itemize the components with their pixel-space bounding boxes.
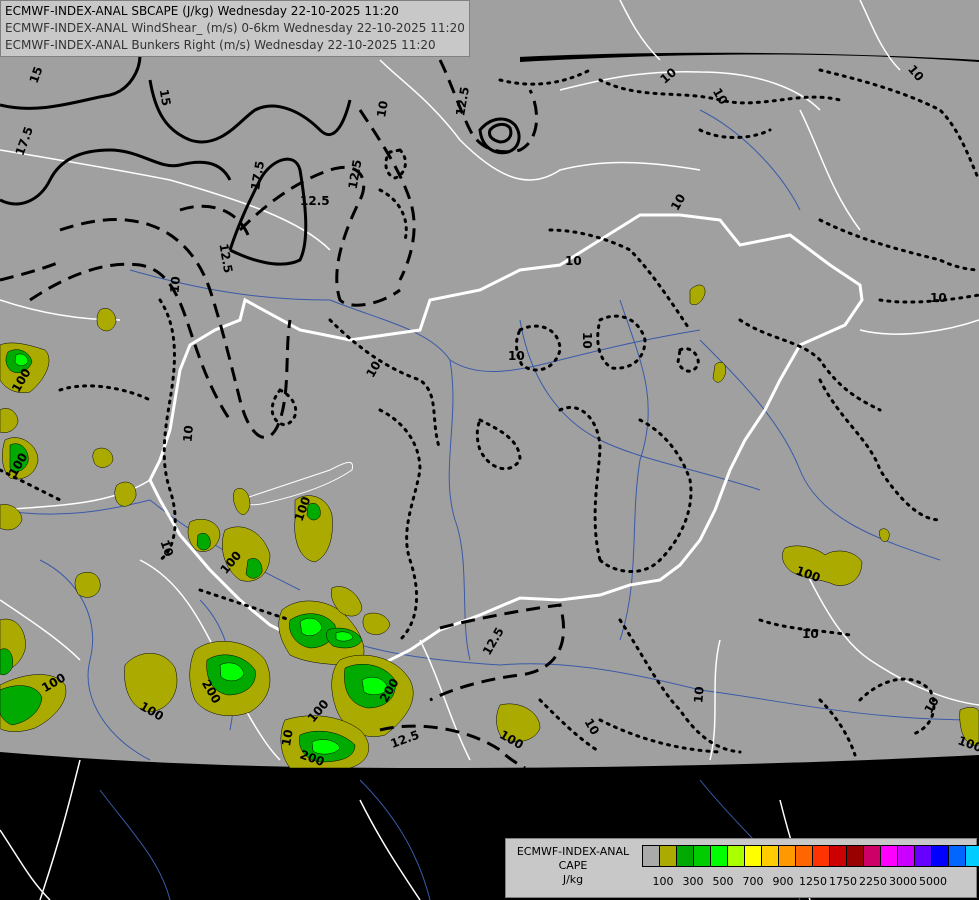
legend-swatch: [711, 846, 728, 866]
legend-swatch: [728, 846, 745, 866]
legend-swatch: [762, 846, 779, 866]
legend-label: 700: [742, 875, 764, 888]
legend-label: 100: [652, 875, 674, 888]
cape-map: 15 15 17.5 17.5 12.5 12.5 12.5 12.5 12.5…: [0, 0, 979, 900]
legend-swatch: [643, 846, 660, 866]
bunkers-label: 10: [565, 254, 582, 268]
legend-swatch: [881, 846, 898, 866]
title-windshear: ECMWF-INDEX-ANAL WindShear_ (m/s) 0-6km …: [5, 21, 465, 35]
title-sbcape: ECMWF-INDEX-ANAL SBCAPE (J/kg) Wednesday…: [5, 4, 399, 18]
legend-label: 5000: [919, 875, 947, 888]
cape-area-100: [879, 528, 890, 542]
legend-swatch: [660, 846, 677, 866]
bunkers-label: 10: [374, 100, 391, 119]
legend-swatch: [915, 846, 932, 866]
legend-swatch: [949, 846, 966, 866]
legend-source: ECMWF-INDEX-ANAL: [516, 845, 630, 858]
legend-swatch: [830, 846, 847, 866]
legend-swatch: [813, 846, 830, 866]
bunkers-label: 10: [802, 627, 819, 641]
legend-swatch: [847, 846, 864, 866]
legend-label: 300: [682, 875, 704, 888]
legend-swatch: [677, 846, 694, 866]
legend-swatch: [932, 846, 949, 866]
bunkers-label: 10: [508, 349, 525, 363]
legend-swatch: [898, 846, 915, 866]
bunkers-label: 10: [279, 728, 296, 747]
bunkers-label: 10: [168, 276, 183, 294]
title-box: ECMWF-INDEX-ANAL SBCAPE (J/kg) Wednesday…: [0, 0, 470, 57]
legend-swatch: [864, 846, 881, 866]
cape-area-100: [74, 572, 101, 598]
legend-variable: CAPE: [558, 859, 588, 872]
legend-swatch: [796, 846, 813, 866]
bunkers-label: 10: [930, 291, 947, 305]
legend-label: 500: [712, 875, 734, 888]
legend-label: 1250: [799, 875, 827, 888]
shear-label: 12.5: [300, 194, 330, 208]
legend-label: 1750: [829, 875, 857, 888]
legend-swatch: [966, 846, 979, 866]
legend-swatch: [745, 846, 762, 866]
legend-swatch: [694, 846, 711, 866]
legend-unit: J/kg: [562, 873, 584, 886]
bunkers-label: 10: [691, 686, 706, 704]
legend-colorbar: [642, 845, 979, 867]
legend-labels: 100 300 500 700 900 1250 1750 2250 3000 5000: [642, 875, 972, 889]
shear-label: 15: [157, 88, 174, 107]
legend-label: 3000: [889, 875, 917, 888]
title-bunkers: ECMWF-INDEX-ANAL Bunkers Right (m/s) Wed…: [5, 38, 436, 52]
cape-area-200: [196, 532, 211, 551]
legend-label: 2250: [859, 875, 887, 888]
bunkers-label: 10: [181, 425, 196, 443]
legend-title: ECMWF-INDEX-ANAL CAPE J/kg: [508, 845, 638, 887]
legend-label: 900: [772, 875, 794, 888]
bunkers-label: 10: [580, 332, 594, 349]
legend-swatch: [779, 846, 796, 866]
cape-legend: ECMWF-INDEX-ANAL CAPE J/kg 100 300 500 700 9…: [505, 838, 979, 898]
